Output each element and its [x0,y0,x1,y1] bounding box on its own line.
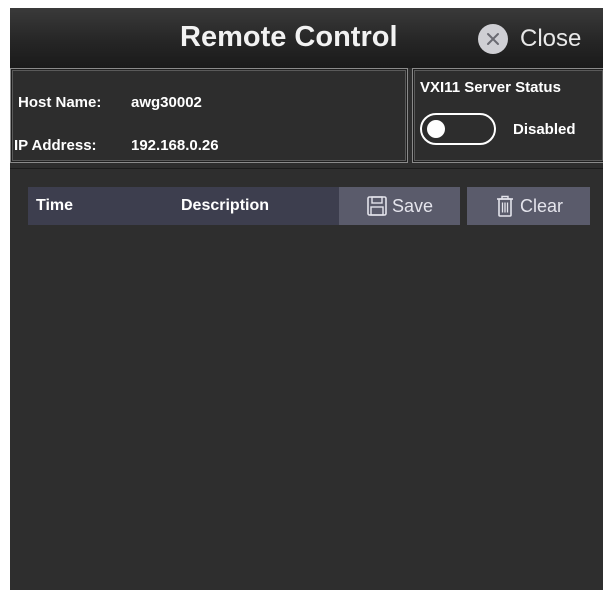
clear-button[interactable]: Clear [467,187,590,225]
log-table-header: Time Description [28,187,339,225]
save-button-label: Save [391,195,434,216]
host-info-panel: Host Name: awg30002 IP Address: 192.168.… [10,68,408,163]
save-button[interactable]: Save [339,187,460,225]
toggle-knob [427,120,445,138]
remote-control-window: Remote Control Close Host Name: awg30002… [10,8,603,590]
column-header-description: Description [181,197,270,214]
vxi11-status-panel: VXI11 Server Status Disabled [412,68,603,163]
save-icon [367,196,387,216]
log-area: Time Description Save Clear [10,168,603,590]
trash-icon [496,195,513,217]
window-title: Remote Control [180,21,398,53]
ip-address-value: 192.168.0.26 [131,137,219,154]
close-button[interactable]: Close [478,23,581,55]
vxi11-toggle-switch[interactable] [420,113,496,145]
host-name-label: Host Name: [18,94,102,111]
column-header-time: Time [36,197,74,214]
host-name-value: awg30002 [131,94,202,111]
vxi11-status-text: Disabled [513,121,576,138]
close-button-label: Close [520,25,582,52]
clear-button-label: Clear [519,195,563,216]
close-icon [478,24,508,54]
ip-address-label: IP Address: [14,137,97,154]
title-bar: Remote Control Close [10,8,603,68]
vxi11-status-title: VXI11 Server Status [420,79,561,96]
